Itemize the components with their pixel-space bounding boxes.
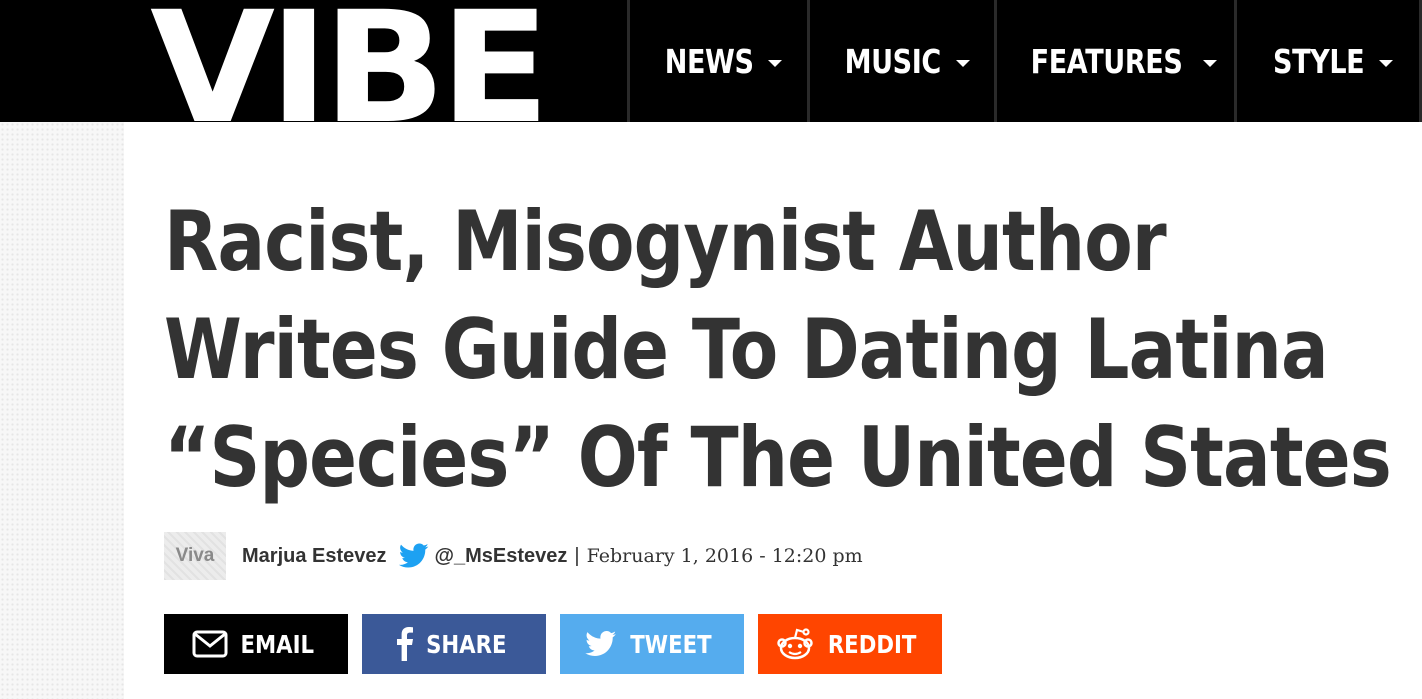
vibe-logo[interactable]: VIBE xyxy=(150,0,623,122)
background-texture xyxy=(0,122,124,699)
article-title-line: Writes Guide To Dating Latina xyxy=(164,301,1329,398)
email-button-label: EMAIL xyxy=(240,629,314,659)
nav-item-label: STYLE xyxy=(1273,41,1365,81)
site-header: VIBE NEWS MUSIC FEATURES STYLE xyxy=(0,0,1422,122)
author-name[interactable]: Marjua Estevez xyxy=(242,545,387,568)
nav-item-label: MUSIC xyxy=(844,41,942,81)
reddit-share-button[interactable]: REDDIT xyxy=(758,614,942,674)
article-title-line: Racist, Misogynist Author xyxy=(164,193,1167,290)
twitter-bird-icon[interactable] xyxy=(398,543,429,569)
nav-item-style[interactable]: STYLE xyxy=(1234,0,1419,122)
caret-down-icon xyxy=(1203,59,1218,67)
email-share-button[interactable]: EMAIL xyxy=(164,614,348,674)
main-nav: NEWS MUSIC FEATURES STYLE xyxy=(627,0,1422,122)
nav-item-label: FEATURES xyxy=(1030,41,1183,81)
caret-down-icon xyxy=(1378,59,1393,67)
nav-item-music[interactable]: MUSIC xyxy=(807,0,994,122)
envelope-icon xyxy=(192,630,228,658)
nav-item-features[interactable]: FEATURES xyxy=(994,0,1234,122)
reddit-icon xyxy=(776,628,814,660)
tweet-button[interactable]: TWEET xyxy=(560,614,744,674)
nav-item-label: NEWS xyxy=(665,41,754,81)
share-bar: EMAIL SHARE TWEET REDDIT xyxy=(164,614,956,674)
caret-down-icon xyxy=(767,59,782,67)
byline-separator: | xyxy=(574,544,580,567)
facebook-icon xyxy=(395,627,413,661)
article-title-line: “Species” Of The United States xyxy=(164,409,1392,506)
article-byline: Viva Marjua Estevez @_MsEstevez | Februa… xyxy=(164,532,863,580)
publish-date: February 1, 2016 - 12:20 pm xyxy=(586,545,863,567)
article-title: Racist, Misogynist Author Writes Guide T… xyxy=(164,188,1392,512)
caret-down-icon xyxy=(955,59,970,67)
facebook-share-button[interactable]: SHARE xyxy=(362,614,546,674)
reddit-button-label: REDDIT xyxy=(827,629,917,659)
facebook-button-label: SHARE xyxy=(425,629,507,659)
category-tag[interactable]: Viva xyxy=(164,532,226,580)
tweet-button-label: TWEET xyxy=(630,629,712,659)
nav-item-news[interactable]: NEWS xyxy=(627,0,807,122)
twitter-handle-link[interactable]: @_MsEstevez xyxy=(435,545,568,568)
twitter-icon xyxy=(585,631,617,657)
